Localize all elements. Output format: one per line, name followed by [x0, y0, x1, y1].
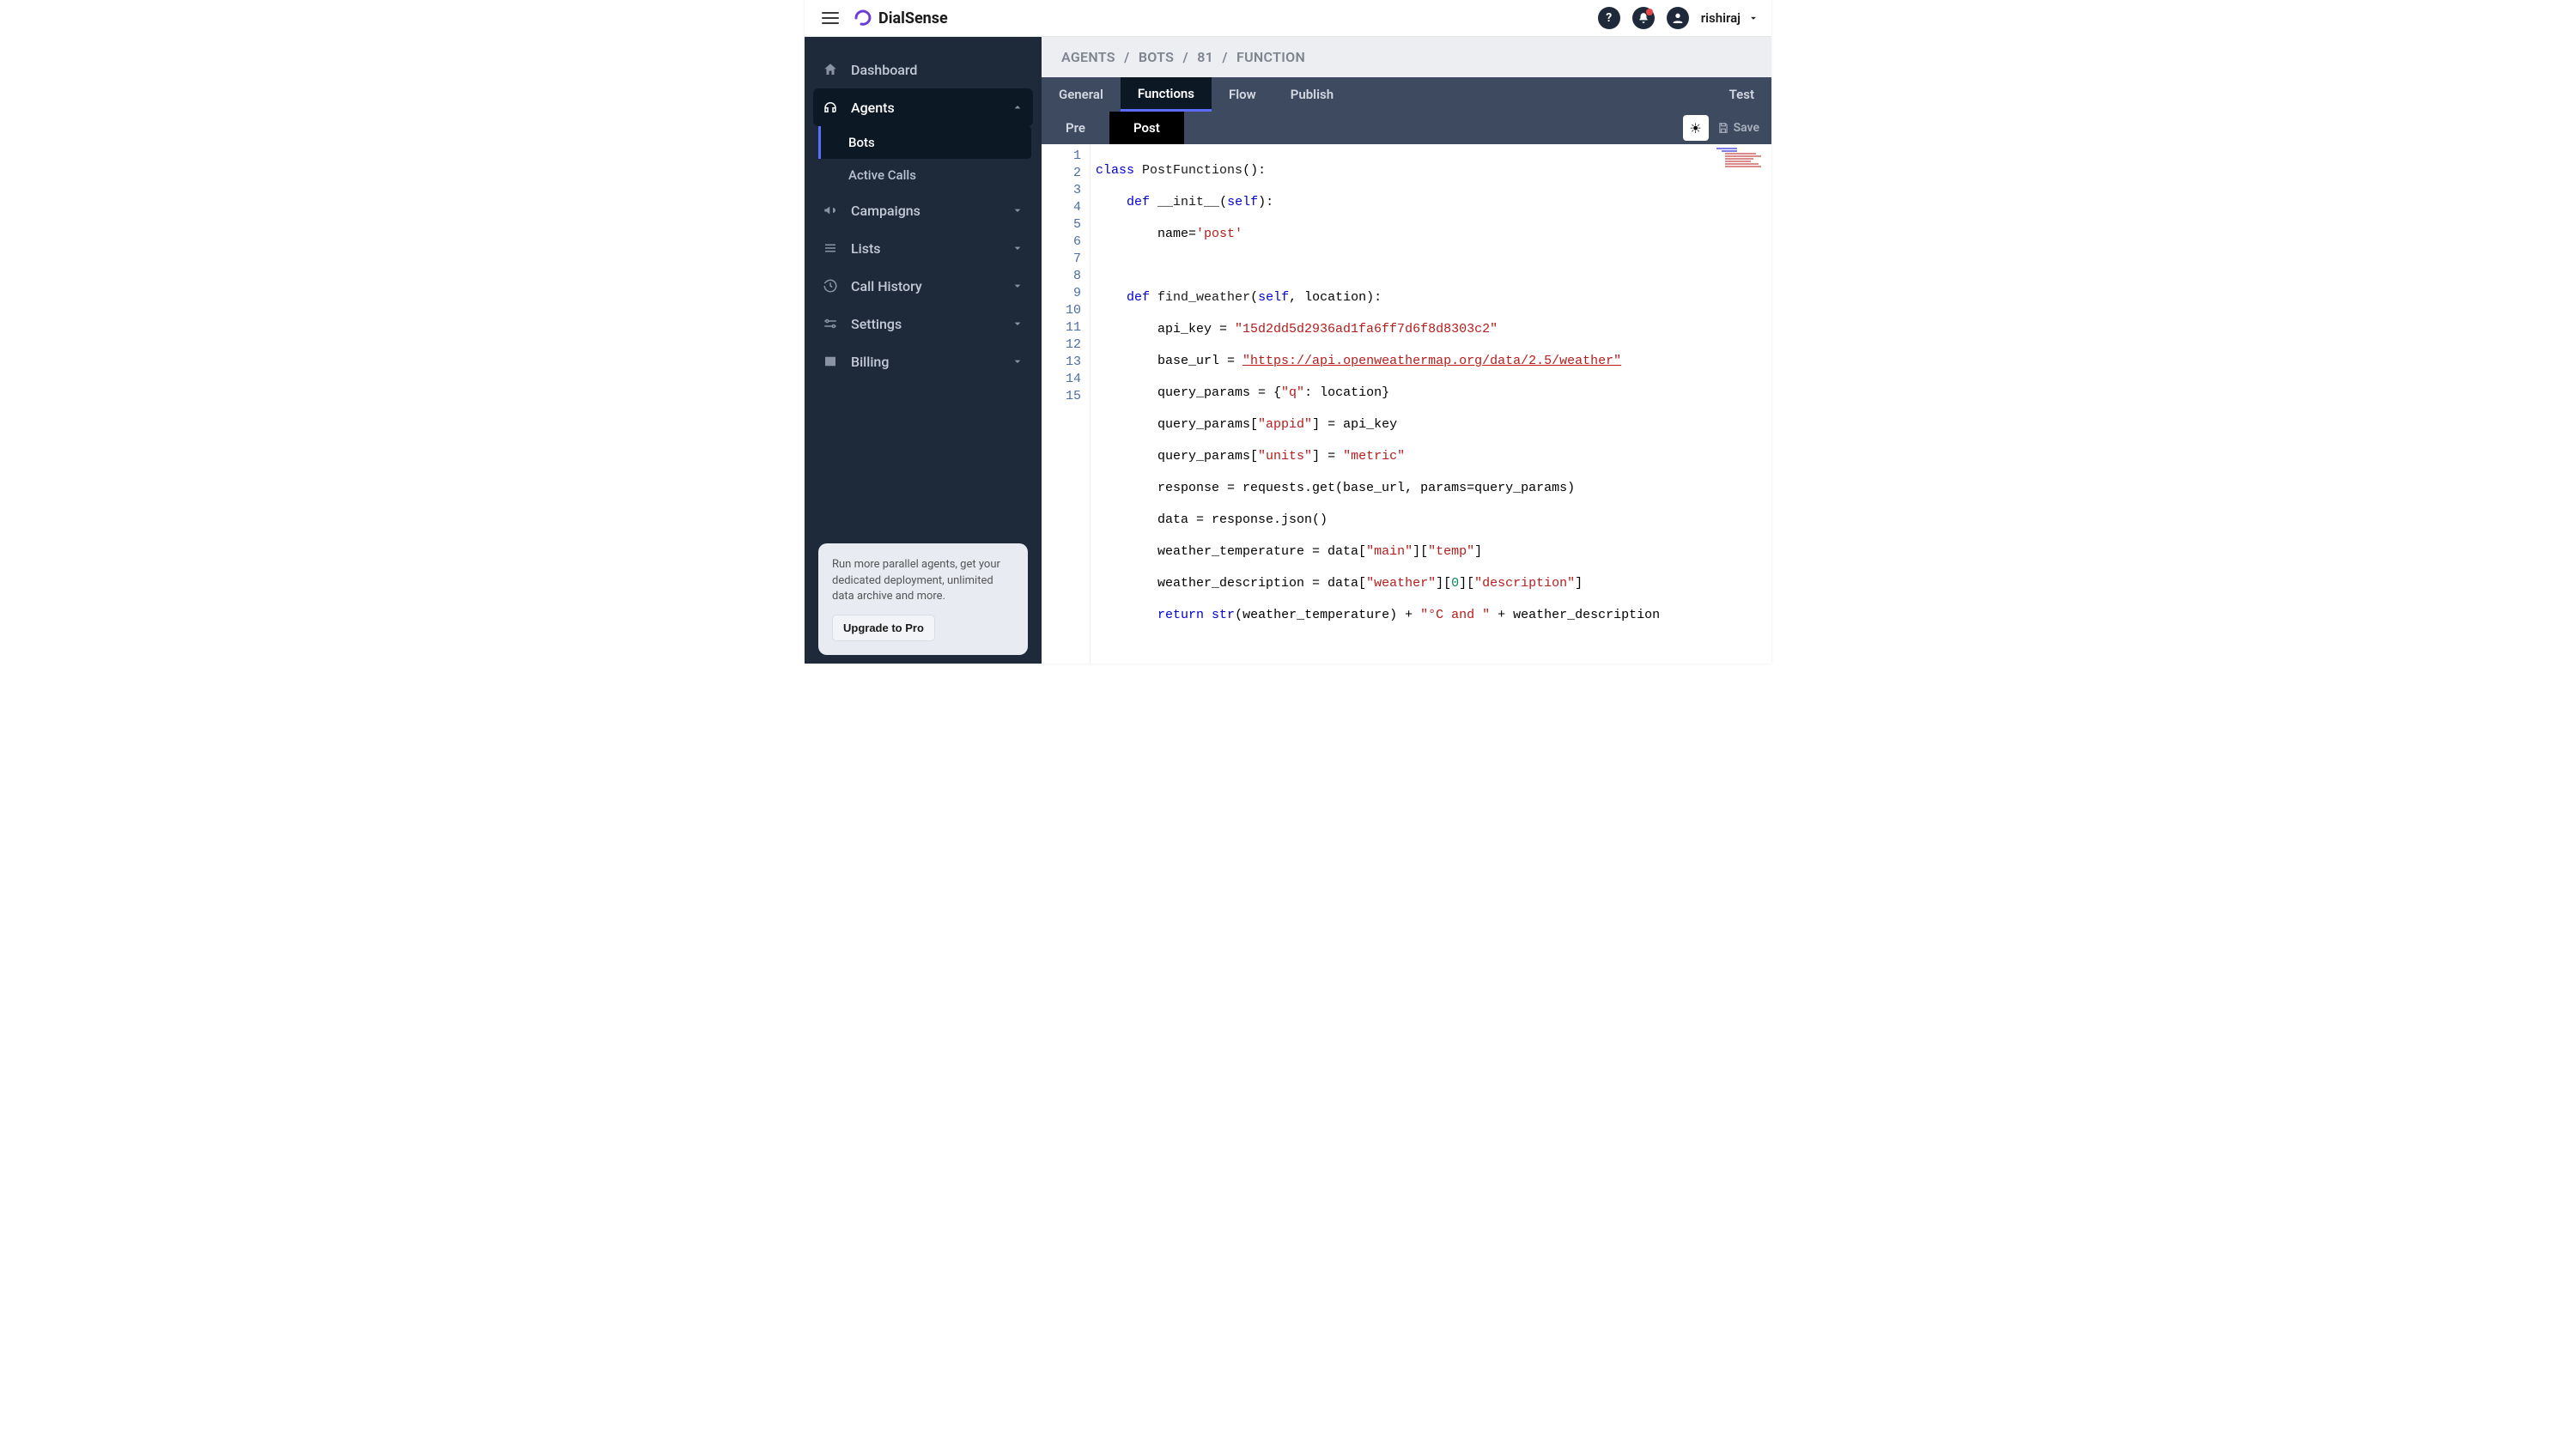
billing-icon — [822, 353, 839, 370]
sidebar: Dashboard Agents Bots Active Calls Campa… — [805, 37, 1042, 664]
help-button[interactable]: ? — [1598, 7, 1620, 29]
minimap[interactable] — [1716, 148, 1768, 182]
nav-label: Agents — [851, 100, 895, 116]
history-icon — [822, 277, 839, 294]
notifications-button[interactable] — [1632, 7, 1655, 29]
upgrade-button[interactable]: Upgrade to Pro — [832, 615, 935, 641]
crumb[interactable]: AGENTS — [1061, 49, 1115, 65]
nav-label: Campaigns — [851, 203, 920, 219]
user-name: rishiraj — [1701, 10, 1741, 26]
tab-publish[interactable]: Publish — [1273, 77, 1351, 112]
crumb[interactable]: 81 — [1197, 49, 1213, 65]
sidebar-item-campaigns[interactable]: Campaigns — [805, 191, 1042, 229]
help-icon: ? — [1606, 11, 1612, 25]
crumb[interactable]: BOTS — [1139, 49, 1174, 65]
save-icon — [1717, 122, 1729, 134]
sun-icon: ☀ — [1689, 120, 1701, 136]
breadcrumb: AGENTS / BOTS / 81 / FUNCTION — [1042, 37, 1771, 77]
crumb: FUNCTION — [1236, 49, 1305, 65]
chevron-down-icon — [1011, 355, 1024, 368]
save-label: Save — [1734, 121, 1759, 135]
home-icon — [822, 61, 839, 78]
brand-logo[interactable]: DialSense — [853, 8, 948, 28]
chevron-down-icon — [1747, 12, 1759, 24]
sidebar-item-call-history[interactable]: Call History — [805, 267, 1042, 305]
tab-general[interactable]: General — [1042, 77, 1121, 112]
chevron-down-icon — [1011, 241, 1024, 255]
tab-test[interactable]: Test — [1712, 77, 1771, 112]
sidebar-item-agents[interactable]: Agents — [813, 88, 1033, 126]
sidebar-item-billing[interactable]: Billing — [805, 343, 1042, 380]
nav-label: Lists — [851, 240, 881, 257]
settings-icon — [822, 315, 839, 332]
sidebar-item-dashboard[interactable]: Dashboard — [805, 51, 1042, 88]
tab-flow[interactable]: Flow — [1212, 77, 1273, 112]
upgrade-promo-card: Run more parallel agents, get your dedic… — [818, 543, 1028, 655]
chevron-down-icon — [1011, 203, 1024, 217]
tab-bar: General Functions Flow Publish Test — [1042, 77, 1771, 112]
nav-label: Bots — [848, 135, 875, 150]
sidebar-item-bots[interactable]: Bots — [818, 126, 1031, 159]
nav-label: Active Calls — [848, 167, 916, 183]
theme-toggle-button[interactable]: ☀ — [1683, 115, 1709, 141]
code-content[interactable]: class PostFunctions(): def __init__(self… — [1090, 144, 1771, 664]
person-icon — [1671, 11, 1685, 25]
notification-dot — [1646, 9, 1653, 15]
subtab-post[interactable]: Post — [1109, 112, 1184, 144]
chevron-up-icon — [1011, 100, 1024, 114]
sidebar-item-active-calls[interactable]: Active Calls — [818, 159, 1042, 191]
nav-label: Billing — [851, 354, 889, 370]
list-icon — [822, 239, 839, 257]
megaphone-icon — [822, 202, 839, 219]
tab-functions[interactable]: Functions — [1121, 77, 1212, 112]
brand-name: DialSense — [878, 9, 948, 27]
nav-label: Settings — [851, 316, 902, 332]
nav-label: Call History — [851, 278, 922, 294]
user-menu[interactable]: rishiraj — [1701, 10, 1759, 26]
chevron-down-icon — [1011, 317, 1024, 330]
save-button[interactable]: Save — [1717, 121, 1759, 135]
headset-icon — [822, 99, 839, 116]
profile-avatar[interactable] — [1667, 7, 1689, 29]
sidebar-item-lists[interactable]: Lists — [805, 229, 1042, 267]
subtab-bar: Pre Post ☀ Save — [1042, 112, 1771, 144]
menu-toggle-button[interactable] — [817, 4, 844, 32]
logo-icon — [853, 8, 873, 28]
subtab-pre[interactable]: Pre — [1042, 112, 1109, 144]
promo-text: Run more parallel agents, get your dedic… — [832, 557, 1014, 604]
chevron-down-icon — [1011, 279, 1024, 293]
code-editor[interactable]: 123456789101112131415 class PostFunction… — [1042, 144, 1771, 664]
line-gutter: 123456789101112131415 — [1042, 144, 1090, 664]
nav-label: Dashboard — [851, 62, 917, 78]
hamburger-icon — [822, 12, 839, 24]
sidebar-item-settings[interactable]: Settings — [805, 305, 1042, 343]
